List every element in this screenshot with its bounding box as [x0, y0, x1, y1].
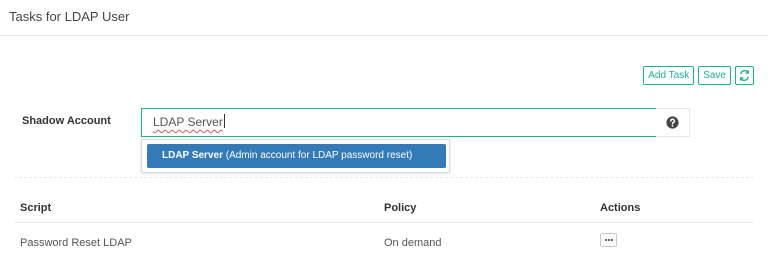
column-header-actions: Actions — [600, 202, 641, 214]
shadow-account-input-value: LDAP Server — [153, 115, 223, 129]
ellipsis-dot — [607, 239, 610, 241]
refresh-button[interactable] — [735, 66, 754, 85]
toolbar: Add Task Save — [643, 66, 754, 85]
table-header-divider — [14, 222, 754, 223]
save-button[interactable]: Save — [698, 66, 731, 85]
autocomplete-dropdown: LDAP Server (Admin account for LDAP pass… — [141, 139, 450, 173]
add-task-button[interactable]: Add Task — [643, 66, 695, 85]
cell-policy: On demand — [384, 237, 442, 249]
column-header-script[interactable]: Script — [20, 202, 51, 214]
shadow-account-label: Shadow Account — [22, 115, 111, 127]
page-title: Tasks for LDAP User — [9, 9, 130, 24]
option-description: (Admin account for LDAP password reset) — [225, 150, 413, 161]
help-button[interactable] — [656, 108, 690, 137]
refresh-icon — [740, 70, 749, 81]
autocomplete-option[interactable]: LDAP Server (Admin account for LDAP pass… — [147, 144, 446, 168]
text-caret — [223, 114, 225, 128]
question-circle-icon — [666, 116, 679, 129]
row-actions-button[interactable] — [600, 233, 617, 247]
ellipsis-dot — [610, 239, 613, 241]
option-name: LDAP Server — [162, 150, 223, 161]
ellipsis-icon — [604, 239, 607, 241]
panel-header: Tasks for LDAP User — [0, 0, 768, 36]
shadow-account-input[interactable]: LDAP Server — [141, 108, 657, 137]
section-divider — [14, 177, 754, 178]
cell-script: Password Reset LDAP — [20, 237, 132, 249]
column-header-policy[interactable]: Policy — [384, 202, 416, 214]
